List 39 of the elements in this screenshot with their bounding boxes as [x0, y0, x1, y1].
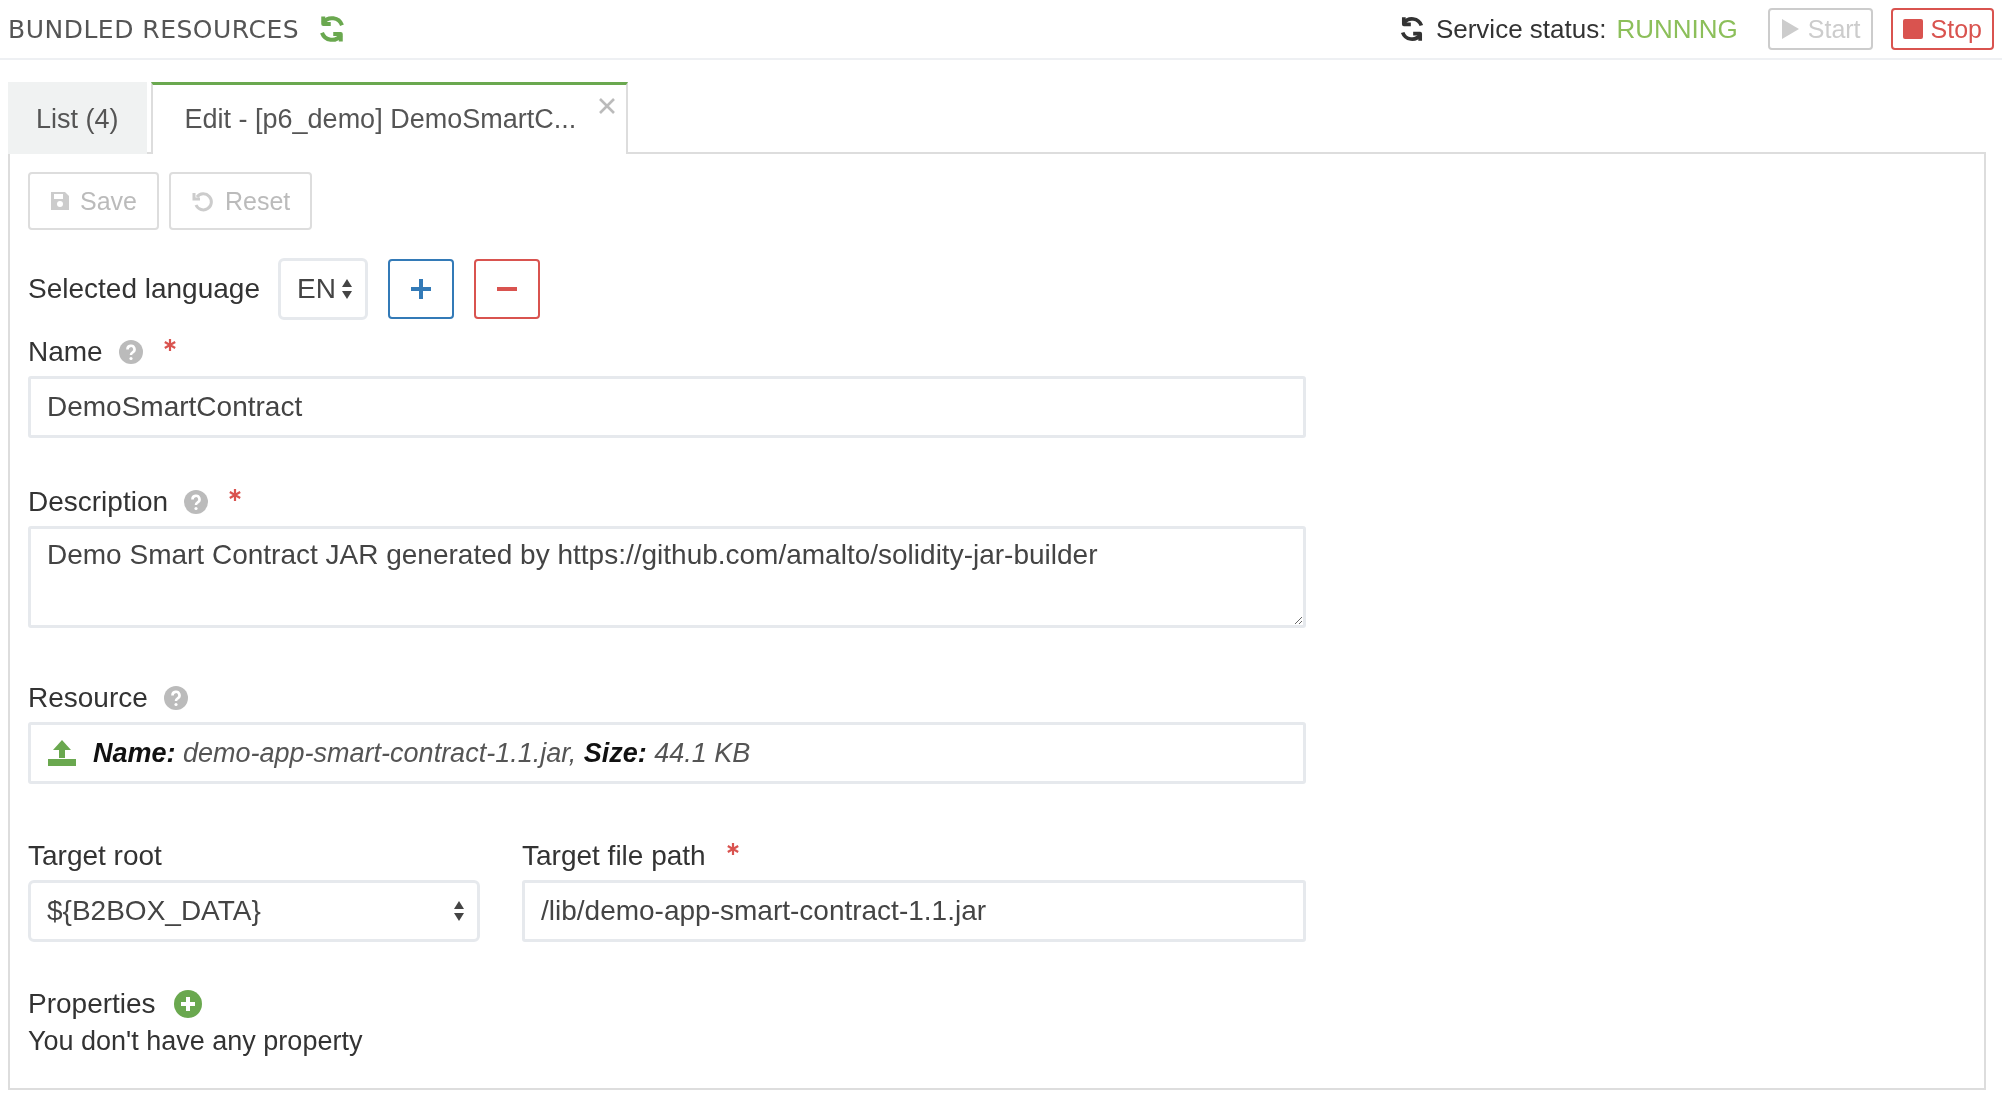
undo-icon — [191, 189, 215, 213]
help-icon[interactable] — [118, 340, 143, 364]
minus-icon — [496, 287, 518, 291]
help-icon[interactable] — [163, 686, 188, 710]
resource-field[interactable]: Name: demo-app-smart-contract-1.1.jar, Size: 44.1 KB — [28, 722, 1306, 784]
name-field[interactable]: DemoSmartContract — [28, 376, 1306, 438]
upload-icon — [47, 739, 77, 767]
required-icon — [162, 338, 177, 352]
language-select[interactable]: EN — [278, 258, 368, 320]
play-icon — [1779, 18, 1800, 40]
tab[interactable]: List (4) — [8, 82, 147, 154]
target-root-select[interactable]: ${B2BOX_DATA} — [28, 880, 480, 942]
target-path-field[interactable]: /lib/demo-app-smart-contract-1.1.jar — [522, 880, 1306, 942]
field-label: Resource — [28, 682, 148, 714]
stop-button[interactable]: Stop — [1890, 8, 1994, 50]
select-arrows-icon — [341, 277, 353, 301]
required-icon — [725, 842, 740, 856]
status-value: RUNNING — [1616, 13, 1738, 45]
remove-button[interactable] — [474, 259, 540, 319]
empty-message: You don't have any property — [28, 1026, 364, 1057]
required-icon — [228, 488, 243, 502]
page-title: BUNDLED RESOURCES — [8, 14, 300, 44]
floppy-icon — [50, 191, 70, 211]
status-label: Service status: — [1435, 13, 1607, 45]
description-field[interactable]: Demo Smart Contract JAR generated by https://github.com/amalto/solidity-jar-builder — [28, 526, 1306, 628]
field-label: Target root — [28, 840, 162, 872]
field-label: Selected language — [28, 273, 260, 305]
select-arrows-icon — [453, 899, 465, 923]
add-icon[interactable] — [173, 990, 202, 1018]
close-icon[interactable] — [598, 97, 617, 115]
plus-icon — [410, 278, 432, 300]
field-label: Description — [28, 486, 169, 518]
stop-icon — [1902, 19, 1923, 39]
tab[interactable]: Edit - [p6_demo] DemoSmartC... — [150, 82, 629, 154]
section-label: Properties — [28, 988, 156, 1020]
field-label: Name — [28, 336, 103, 368]
field-label: Target file path — [522, 840, 706, 872]
help-icon[interactable] — [184, 490, 209, 514]
add-button[interactable] — [388, 259, 454, 319]
